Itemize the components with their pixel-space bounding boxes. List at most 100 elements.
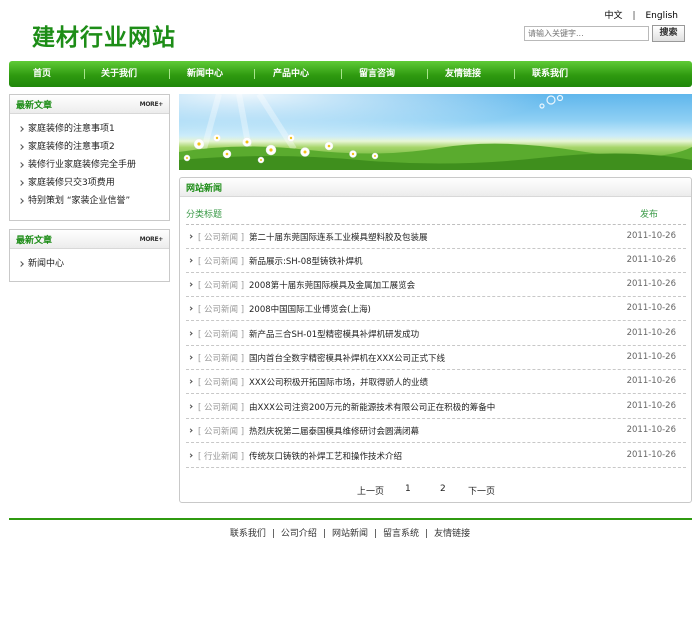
- news-category: [ 行业新闻 ]: [198, 452, 245, 462]
- language-switcher: 中文 | English: [604, 8, 678, 21]
- more-link[interactable]: MORE+: [140, 101, 164, 108]
- nav-divider: [514, 69, 515, 79]
- chevron-right-icon: [188, 379, 193, 384]
- chevron-right-icon: [188, 331, 193, 336]
- list-item[interactable]: 家庭装修的注意事项2: [10, 138, 169, 156]
- latest-articles-list-2: 新闻中心: [10, 249, 169, 273]
- footer-separator: |: [271, 529, 275, 539]
- news-category: [ 公司新闻 ]: [198, 354, 245, 364]
- news-title-link[interactable]: 第二十届东莞国际连系工业模具塑料胶及包装展: [249, 231, 428, 243]
- news-date: 2011-10-26: [626, 425, 676, 435]
- nav-about[interactable]: 关于我们: [101, 61, 137, 87]
- pagination: 上一页 1 2 下一页: [180, 484, 693, 498]
- nav-home[interactable]: 首页: [33, 61, 51, 87]
- news-title-link[interactable]: 由XXX公司注资200万元的新能源技术有限公司正在积极的筹备中: [249, 401, 495, 413]
- nav-divider: [254, 69, 255, 79]
- footer-link-news[interactable]: 网站新闻: [332, 526, 368, 539]
- table-row[interactable]: [ 公司新闻 ] 热烈庆祝第二届泰国模具维修研讨会圆满闭幕 2011-10-26: [186, 419, 686, 443]
- news-title-link[interactable]: 2008中国国际工业博览会(上海): [249, 303, 371, 315]
- news-date: 2011-10-26: [626, 376, 676, 386]
- lang-chinese-link[interactable]: 中文: [604, 8, 622, 21]
- news-category: [ 公司新闻 ]: [198, 330, 245, 340]
- news-title-link[interactable]: 新品展示:SH-08型铸铁补焊机: [249, 255, 363, 267]
- next-page-link[interactable]: 下一页: [468, 484, 495, 497]
- list-item[interactable]: 新闻中心: [10, 255, 169, 273]
- more-link-2[interactable]: MORE+: [140, 236, 164, 243]
- footer-link-friends[interactable]: 友情链接: [434, 526, 470, 539]
- table-row[interactable]: [ 公司新闻 ] XXX公司积极开拓国际市场，并取得骄人的业绩 2011-10-…: [186, 370, 686, 394]
- news-date: 2011-10-26: [626, 279, 676, 289]
- news-title-link[interactable]: 热烈庆祝第二届泰国模具维修研讨会圆满闭幕: [249, 425, 419, 437]
- table-row[interactable]: [ 公司新闻 ] 新产品三合SH-01型精密模具补焊机研发成功 2011-10-…: [186, 322, 686, 346]
- lang-english-link[interactable]: English: [646, 11, 679, 21]
- latest-articles-header: 最新文章 MORE+: [10, 95, 169, 114]
- nav-contact[interactable]: 联系我们: [532, 61, 568, 87]
- nav-guestbook[interactable]: 留言咨询: [359, 61, 395, 87]
- news-category: [ 公司新闻 ]: [198, 257, 245, 267]
- news-column-header: 分类标题 发布: [186, 207, 686, 225]
- footer-link-guestbook[interactable]: 留言系统: [383, 526, 419, 539]
- nav-products[interactable]: 产品中心: [273, 61, 309, 87]
- news-date: 2011-10-26: [626, 450, 676, 460]
- table-row[interactable]: [ 公司新闻 ] 由XXX公司注资200万元的新能源技术有限公司正在积极的筹备中…: [186, 395, 686, 419]
- chevron-right-icon: [188, 306, 193, 311]
- news-date: 2011-10-26: [626, 401, 676, 411]
- table-row[interactable]: [ 公司新闻 ] 第二十届东莞国际连系工业模具塑料胶及包装展 2011-10-2…: [186, 225, 686, 249]
- table-row[interactable]: [ 公司新闻 ] 2008中国国际工业博览会(上海) 2011-10-26: [186, 297, 686, 321]
- list-item[interactable]: 特别策划 “家装企业信誉”: [10, 192, 169, 210]
- column-date-label: 发布: [639, 210, 658, 220]
- latest-articles-list: 家庭装修的注意事项1 家庭装修的注意事项2 装修行业家庭装修完全手册 家庭装修只…: [10, 114, 169, 210]
- table-row[interactable]: [ 公司新闻 ] 2008第十届东莞国际模具及金属加工展览会 2011-10-2…: [186, 273, 686, 297]
- chevron-right-icon: [188, 404, 193, 409]
- footer-link-contact[interactable]: 联系我们: [230, 526, 266, 539]
- table-row[interactable]: [ 行业新闻 ] 传统灰口铸铁的补焊工艺和操作技术介绍 2011-10-26: [186, 444, 686, 468]
- site-logo[interactable]: 建材行业网站: [32, 18, 176, 52]
- news-category: [ 公司新闻 ]: [198, 281, 245, 291]
- header: 建材行业网站 中文 | English 搜索: [0, 0, 700, 58]
- search-button[interactable]: 搜索: [652, 25, 685, 42]
- footer-separator: |: [425, 529, 429, 539]
- nav-news[interactable]: 新闻中心: [187, 61, 223, 87]
- table-row[interactable]: [ 公司新闻 ] 新品展示:SH-08型铸铁补焊机 2011-10-26: [186, 249, 686, 273]
- news-category: [ 公司新闻 ]: [198, 427, 245, 437]
- footer-separator: |: [374, 529, 378, 539]
- search-input[interactable]: [524, 26, 649, 41]
- chevron-right-icon: [188, 453, 193, 458]
- news-title-link[interactable]: 传统灰口铸铁的补焊工艺和操作技术介绍: [249, 450, 402, 462]
- main-nav: 首页 关于我们 新闻中心 产品中心 留言咨询 友情链接 联系我们: [9, 61, 692, 87]
- news-date: 2011-10-26: [626, 303, 676, 313]
- nav-divider: [169, 69, 170, 79]
- list-item[interactable]: 家庭装修只交3项费用: [10, 174, 169, 192]
- news-category: [ 公司新闻 ]: [198, 305, 245, 315]
- news-title-link[interactable]: XXX公司积极开拓国际市场，并取得骄人的业绩: [249, 376, 428, 388]
- chevron-right-icon: [188, 234, 193, 239]
- page-2-link[interactable]: 2: [440, 484, 446, 494]
- news-title-link[interactable]: 2008第十届东莞国际模具及金属加工展览会: [249, 279, 415, 291]
- news-date: 2011-10-26: [626, 255, 676, 265]
- latest-articles-box: 最新文章 MORE+ 家庭装修的注意事项1 家庭装修的注意事项2 装修行业家庭装…: [9, 94, 170, 221]
- news-title-link[interactable]: 国内首台全数字精密模具补焊机在XXX公司正式下线: [249, 352, 445, 364]
- list-item[interactable]: 装修行业家庭装修完全手册: [10, 156, 169, 174]
- footer-divider: [9, 518, 692, 520]
- chevron-right-icon: [188, 355, 193, 360]
- page-1-link[interactable]: 1: [405, 484, 411, 494]
- chevron-right-icon: [188, 428, 193, 433]
- nav-divider: [427, 69, 428, 79]
- latest-articles-title-2: 最新文章: [16, 236, 53, 246]
- nav-divider: [341, 69, 342, 79]
- latest-articles-box-2: 最新文章 MORE+ 新闻中心: [9, 229, 170, 282]
- column-title-label: 分类标题: [186, 210, 223, 220]
- prev-page-link[interactable]: 上一页: [357, 484, 384, 497]
- footer-link-about[interactable]: 公司介绍: [281, 526, 317, 539]
- news-date: 2011-10-26: [626, 231, 676, 241]
- table-row[interactable]: [ 公司新闻 ] 国内首台全数字精密模具补焊机在XXX公司正式下线 2011-1…: [186, 346, 686, 370]
- banner-image: [179, 94, 692, 170]
- banner-meadow-illustration: [179, 94, 692, 170]
- nav-divider: [84, 69, 85, 79]
- latest-articles-header-2: 最新文章 MORE+: [10, 230, 169, 249]
- news-date: 2011-10-26: [626, 328, 676, 338]
- news-title-link[interactable]: 新产品三合SH-01型精密模具补焊机研发成功: [249, 328, 419, 340]
- list-item[interactable]: 家庭装修的注意事项1: [10, 120, 169, 138]
- nav-links[interactable]: 友情链接: [445, 61, 481, 87]
- news-category: [ 公司新闻 ]: [198, 403, 245, 413]
